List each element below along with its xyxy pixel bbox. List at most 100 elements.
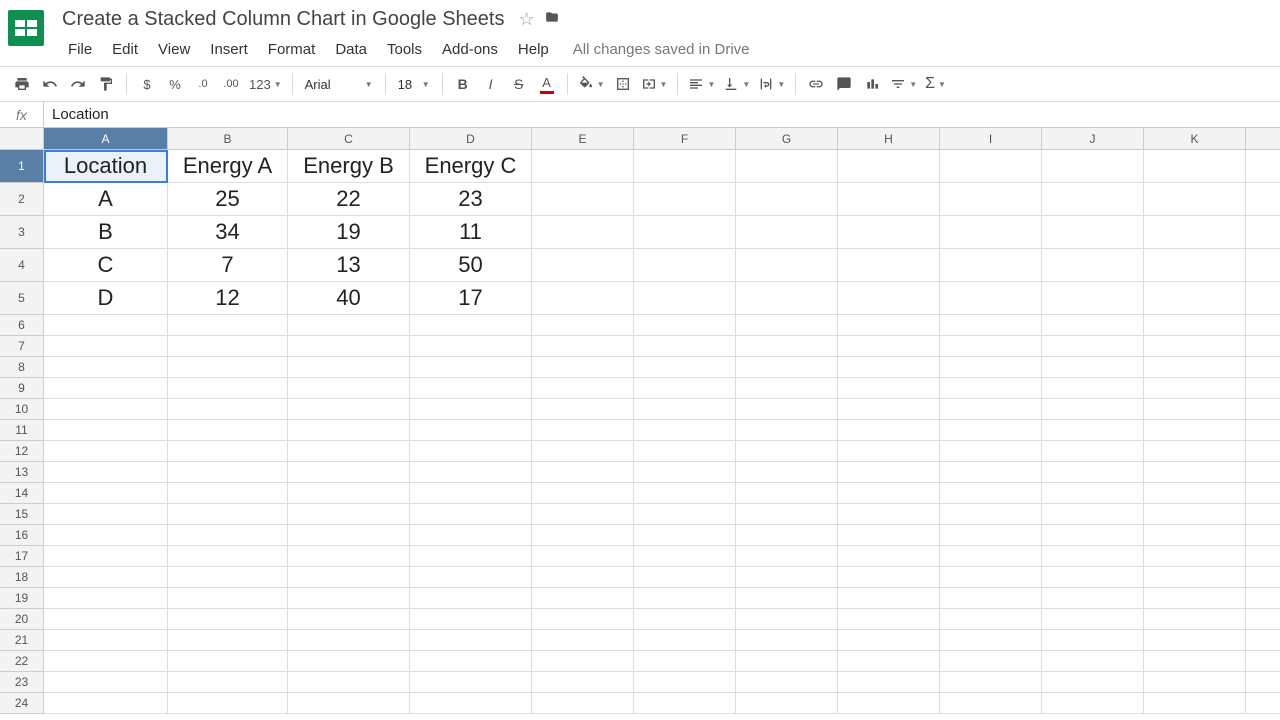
cell[interactable] — [532, 216, 634, 249]
cell[interactable] — [940, 630, 1042, 651]
menu-file[interactable]: File — [58, 37, 102, 62]
cell[interactable]: Energy B — [288, 150, 410, 183]
cell[interactable] — [838, 483, 940, 504]
cell[interactable] — [838, 183, 940, 216]
fx-icon[interactable]: fx — [0, 102, 44, 127]
print-icon[interactable] — [9, 71, 35, 97]
cell[interactable] — [1246, 504, 1280, 525]
cell[interactable] — [288, 504, 410, 525]
cell[interactable] — [838, 315, 940, 336]
cell[interactable] — [168, 651, 288, 672]
cell[interactable] — [940, 546, 1042, 567]
cell[interactable] — [410, 525, 532, 546]
cell[interactable] — [838, 567, 940, 588]
cell[interactable] — [288, 420, 410, 441]
cell[interactable] — [1042, 630, 1144, 651]
cell[interactable] — [838, 378, 940, 399]
cell[interactable] — [940, 609, 1042, 630]
cell[interactable] — [940, 183, 1042, 216]
cell[interactable] — [634, 420, 736, 441]
col-header-j[interactable]: J — [1042, 128, 1144, 150]
cell[interactable] — [634, 630, 736, 651]
cell[interactable] — [1042, 651, 1144, 672]
cell[interactable] — [288, 546, 410, 567]
cell[interactable] — [1042, 609, 1144, 630]
cell[interactable] — [1144, 693, 1246, 714]
currency-button[interactable]: $ — [134, 71, 160, 97]
row-header[interactable]: 20 — [0, 609, 44, 630]
menu-format[interactable]: Format — [258, 37, 326, 62]
cell[interactable] — [838, 693, 940, 714]
cell[interactable] — [410, 483, 532, 504]
cell[interactable] — [634, 357, 736, 378]
cell[interactable] — [838, 282, 940, 315]
cell[interactable] — [838, 150, 940, 183]
row-header[interactable]: 15 — [0, 504, 44, 525]
cell[interactable] — [532, 630, 634, 651]
cell[interactable] — [940, 399, 1042, 420]
col-header-g[interactable]: G — [736, 128, 838, 150]
cell[interactable] — [168, 441, 288, 462]
cell[interactable] — [838, 609, 940, 630]
col-header-d[interactable]: D — [410, 128, 532, 150]
cell[interactable] — [1144, 357, 1246, 378]
cell[interactable] — [44, 441, 168, 462]
cell[interactable] — [168, 630, 288, 651]
row-header[interactable]: 19 — [0, 588, 44, 609]
row-header[interactable]: 9 — [0, 378, 44, 399]
insert-link-icon[interactable] — [803, 71, 829, 97]
cell[interactable] — [736, 183, 838, 216]
vertical-align-icon[interactable]: ▼ — [720, 71, 753, 97]
cell[interactable] — [634, 546, 736, 567]
cell[interactable] — [288, 525, 410, 546]
cell[interactable] — [532, 315, 634, 336]
cell[interactable] — [940, 672, 1042, 693]
cell[interactable] — [1042, 399, 1144, 420]
cell[interactable] — [940, 315, 1042, 336]
col-header-h[interactable]: H — [838, 128, 940, 150]
text-wrap-icon[interactable]: ▼ — [755, 71, 788, 97]
cell[interactable] — [532, 336, 634, 357]
cell[interactable] — [736, 651, 838, 672]
cell[interactable] — [532, 693, 634, 714]
cell[interactable] — [1246, 546, 1280, 567]
cell[interactable] — [838, 441, 940, 462]
cell[interactable] — [838, 588, 940, 609]
select-all-corner[interactable] — [0, 128, 44, 150]
cell[interactable] — [1042, 420, 1144, 441]
cell[interactable] — [1144, 183, 1246, 216]
cell[interactable] — [1246, 336, 1280, 357]
cell[interactable] — [410, 546, 532, 567]
cell[interactable] — [532, 399, 634, 420]
col-header-f[interactable]: F — [634, 128, 736, 150]
cell[interactable] — [1246, 441, 1280, 462]
cell[interactable] — [1246, 420, 1280, 441]
row-header[interactable]: 13 — [0, 462, 44, 483]
cell[interactable] — [1246, 588, 1280, 609]
cell[interactable] — [168, 336, 288, 357]
cell[interactable] — [168, 609, 288, 630]
cell[interactable] — [940, 567, 1042, 588]
menu-addons[interactable]: Add-ons — [432, 37, 508, 62]
cell[interactable] — [410, 315, 532, 336]
row-header[interactable]: 23 — [0, 672, 44, 693]
cell[interactable] — [940, 282, 1042, 315]
cell[interactable]: 13 — [288, 249, 410, 282]
cell[interactable] — [168, 378, 288, 399]
formula-input[interactable]: Location — [44, 106, 1280, 123]
cell[interactable] — [168, 315, 288, 336]
cell[interactable] — [44, 462, 168, 483]
cell[interactable] — [940, 483, 1042, 504]
row-header[interactable]: 24 — [0, 693, 44, 714]
cell[interactable] — [1246, 282, 1280, 315]
cell[interactable] — [1144, 588, 1246, 609]
cell[interactable] — [634, 249, 736, 282]
cell[interactable] — [288, 588, 410, 609]
insert-comment-icon[interactable] — [831, 71, 857, 97]
text-color-icon[interactable]: A — [534, 71, 560, 97]
cell[interactable] — [736, 399, 838, 420]
cell[interactable]: 11 — [410, 216, 532, 249]
cell[interactable] — [1042, 249, 1144, 282]
cell[interactable] — [736, 249, 838, 282]
cell[interactable] — [838, 336, 940, 357]
